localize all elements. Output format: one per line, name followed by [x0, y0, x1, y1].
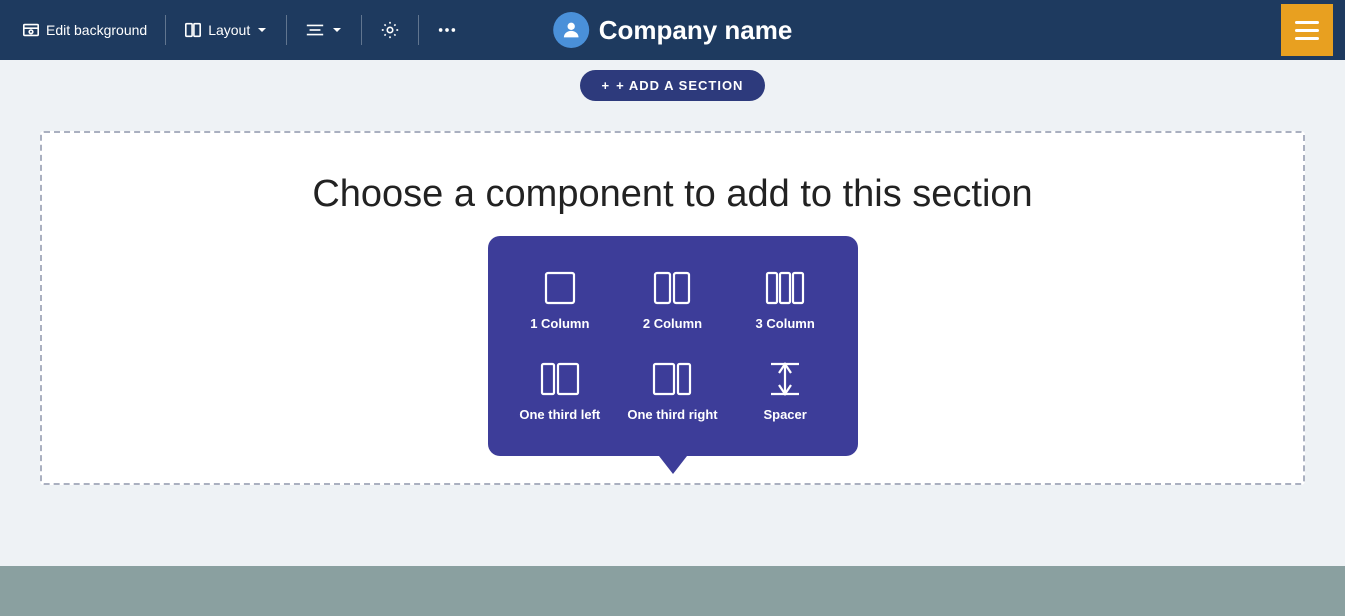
toolbar-logo: Company name	[553, 12, 793, 48]
one-third-left-label: One third left	[519, 407, 600, 424]
components-row: T Text Button	[62, 256, 1283, 350]
layout-item-1-column[interactable]: 1 Column	[508, 260, 613, 341]
layout-chevron-icon	[256, 24, 268, 36]
settings-icon	[380, 20, 400, 40]
layout-item-one-third-left[interactable]: One third left	[508, 351, 613, 432]
three-column-icon	[765, 268, 805, 308]
hamburger-line-3	[1295, 37, 1319, 40]
hamburger-line-2	[1295, 29, 1319, 32]
layout-item-2-column[interactable]: 2 Column	[620, 260, 725, 341]
layout-button[interactable]: Layout	[174, 15, 278, 45]
align-button[interactable]	[295, 15, 353, 45]
logo-symbol	[560, 19, 582, 41]
logo-icon	[553, 12, 589, 48]
layout-icon	[184, 21, 202, 39]
toolbar-divider-4	[418, 15, 419, 45]
main-content: Choose a component to add to this sectio…	[0, 111, 1345, 571]
more-options-icon	[437, 20, 457, 40]
one-column-icon	[540, 268, 580, 308]
layout-grid: 1 Column 2 Column	[508, 260, 838, 432]
section-title: Choose a component to add to this sectio…	[62, 173, 1283, 216]
layout-popup: 1 Column 2 Column	[488, 236, 858, 456]
one-third-left-icon	[540, 359, 580, 399]
edit-background-button[interactable]: Edit background	[12, 15, 157, 45]
two-column-icon	[652, 268, 692, 308]
add-section-top-bar: + + ADD A SECTION	[0, 60, 1345, 111]
add-section-top-button[interactable]: + + ADD A SECTION	[580, 70, 766, 101]
layout-item-3-column[interactable]: 3 Column	[733, 260, 838, 341]
toolbar-divider-3	[361, 15, 362, 45]
two-column-label: 2 Column	[643, 316, 702, 333]
layout-item-spacer[interactable]: Spacer	[733, 351, 838, 432]
hamburger-button[interactable]	[1281, 4, 1333, 56]
one-third-right-icon	[652, 359, 692, 399]
spacer-icon	[765, 359, 805, 399]
toolbar: Edit background Layout	[0, 0, 1345, 60]
more-options-button[interactable]	[427, 14, 467, 46]
hamburger-line-1	[1295, 21, 1319, 24]
settings-button[interactable]	[370, 14, 410, 46]
layout-label: Layout	[208, 22, 250, 38]
company-name: Company name	[599, 15, 793, 46]
three-column-label: 3 Column	[756, 316, 815, 333]
align-icon	[305, 21, 325, 39]
toolbar-right	[1281, 4, 1333, 56]
toolbar-divider-2	[286, 15, 287, 45]
toolbar-left: Edit background Layout	[12, 14, 467, 46]
add-section-plus-icon: +	[602, 78, 611, 93]
toolbar-divider-1	[165, 15, 166, 45]
spacer-label: Spacer	[763, 407, 806, 424]
add-section-top-label: + ADD A SECTION	[616, 78, 743, 93]
align-chevron-icon	[331, 24, 343, 36]
layout-item-one-third-right[interactable]: One third right	[620, 351, 725, 432]
edit-background-icon	[22, 21, 40, 39]
footer-strip	[0, 566, 1345, 616]
one-column-label: 1 Column	[530, 316, 589, 333]
one-third-right-label: One third right	[627, 407, 717, 424]
edit-background-label: Edit background	[46, 22, 147, 38]
section-container: Choose a component to add to this sectio…	[40, 131, 1305, 485]
